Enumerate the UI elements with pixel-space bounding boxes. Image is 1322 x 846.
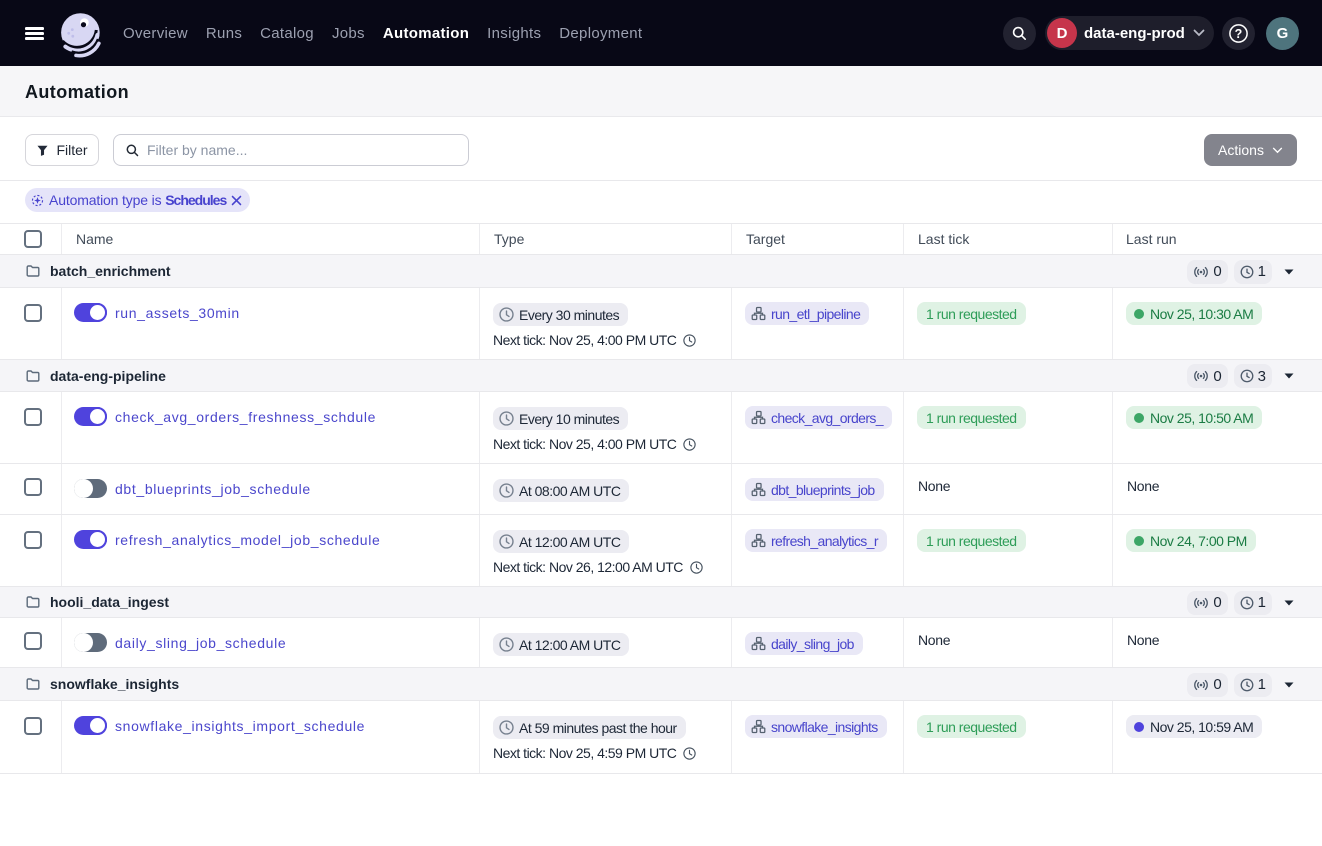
svg-text:?: ? xyxy=(1235,27,1243,41)
